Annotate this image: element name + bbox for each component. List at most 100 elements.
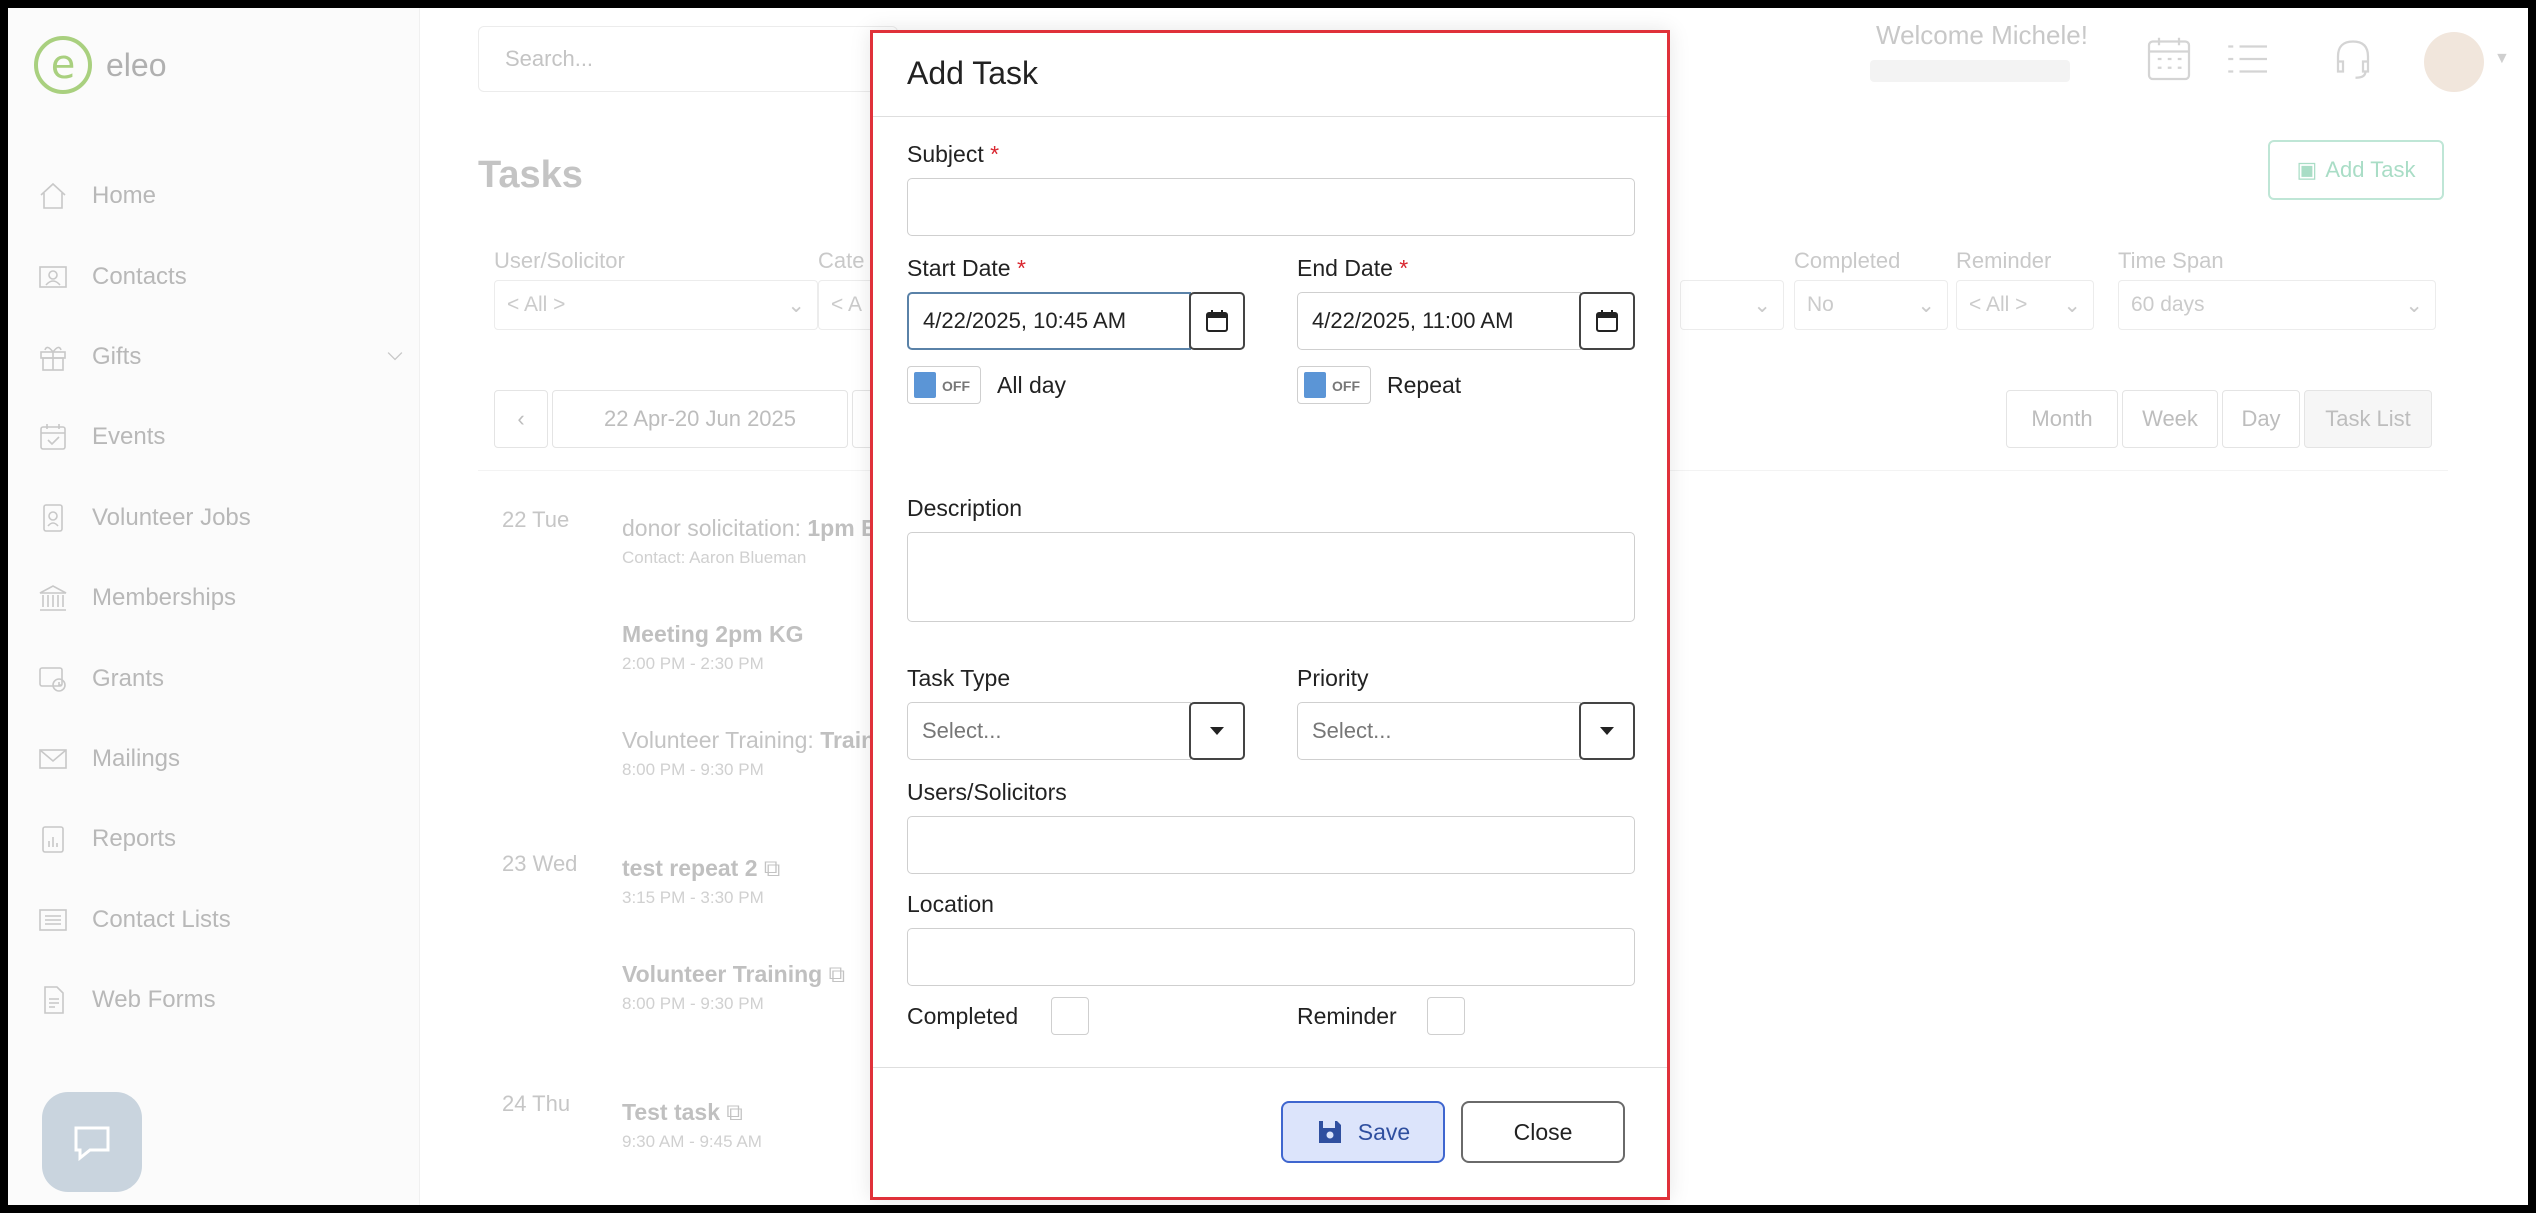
logo-icon: e <box>34 36 92 94</box>
completed-checkbox[interactable] <box>1051 997 1089 1035</box>
caret-down-icon <box>1210 727 1224 735</box>
modal-footer-divider <box>873 1067 1667 1068</box>
sidebar-item-label: Grants <box>92 664 165 692</box>
calendar-icon <box>36 420 70 454</box>
sidebar-item-memberships[interactable]: Memberships <box>36 558 406 638</box>
view-task-list-button[interactable]: Task List <box>2304 390 2432 448</box>
reminder-select[interactable]: < All > ⌄ <box>1956 280 2094 330</box>
prev-range-button[interactable]: ‹ <box>494 390 548 448</box>
location-input[interactable] <box>907 928 1635 986</box>
grant-icon <box>36 662 70 696</box>
users-solicitors-field: Users/Solicitors <box>907 779 1635 874</box>
filter-partial: ⌄ <box>1680 248 1784 330</box>
view-day-button[interactable]: Day <box>2222 390 2300 448</box>
headset-icon[interactable] <box>2328 34 2378 84</box>
repeat-toggle[interactable]: OFF <box>1297 366 1371 404</box>
calendar-grid-icon[interactable] <box>2144 34 2194 84</box>
subject-field: Subject * <box>907 141 1635 236</box>
time-span-select[interactable]: 60 days ⌄ <box>2118 280 2436 330</box>
sidebar-item-label: Memberships <box>92 584 237 612</box>
category-select[interactable]: < A <box>818 280 878 330</box>
start-date-input[interactable]: 4/22/2025, 10:45 AM <box>907 292 1191 350</box>
list-icon <box>36 903 70 937</box>
start-date-picker-button[interactable] <box>1189 292 1245 350</box>
task-item[interactable]: Meeting 2pm KG 2:00 PM - 2:30 PM <box>622 621 803 674</box>
task-item[interactable]: Volunteer Training ⧉ 8:00 PM - 9:30 PM <box>622 961 845 1014</box>
start-date-field: Start Date * 4/22/2025, 10:45 AM OFF All… <box>907 255 1245 404</box>
task-type-select[interactable]: Select... <box>907 702 1191 760</box>
page-title: Tasks <box>478 154 583 196</box>
calendar-plus-icon: ▣ <box>2296 157 2318 182</box>
task-type-dropdown-button[interactable] <box>1189 702 1245 760</box>
caret-down-icon[interactable]: ▼ <box>2494 50 2510 68</box>
sidebar-item-volunteer-jobs[interactable]: Volunteer Jobs <box>36 478 406 558</box>
chat-support-button[interactable] <box>42 1092 142 1192</box>
all-day-toggle[interactable]: OFF <box>907 366 981 404</box>
logo[interactable]: e eleo <box>34 36 167 94</box>
form-icon <box>36 983 70 1017</box>
user-solicitor-select[interactable]: < All > ⌄ <box>494 280 818 330</box>
add-task-modal: Add Task Subject * Start Date * 4/22/202… <box>870 30 1670 1200</box>
sidebar-item-events[interactable]: Events <box>36 397 406 477</box>
completed-field: Completed <box>907 997 1245 1035</box>
repeat-icon: ⧉ <box>726 1099 743 1125</box>
sidebar-item-label: Reports <box>92 825 177 853</box>
chevron-down-icon[interactable] <box>384 345 406 374</box>
description-field: Description <box>907 495 1635 622</box>
task-item[interactable]: Test task ⧉ 9:30 AM - 9:45 AM <box>622 1099 762 1152</box>
save-button[interactable]: Save <box>1281 1101 1445 1163</box>
sidebar-item-home[interactable]: Home <box>36 156 406 236</box>
save-icon <box>1318 1121 1341 1143</box>
location-field: Location <box>907 891 1635 986</box>
completed-filter: Completed No ⌄ <box>1794 248 1948 330</box>
date-range-button[interactable]: 22 Apr-20 Jun 2025 <box>552 390 848 448</box>
gift-icon <box>36 340 70 374</box>
end-date-picker-button[interactable] <box>1579 292 1635 350</box>
reminder-field: Reminder <box>1297 997 1635 1035</box>
task-item[interactable]: Volunteer Training: Traini 8:00 PM - 9:3… <box>622 727 882 780</box>
search-input[interactable]: Search... <box>478 26 898 92</box>
task-item[interactable]: donor solicitation: 1pm E Contact: Aaron… <box>622 515 876 568</box>
required-mark: * <box>1016 255 1026 281</box>
sidebar-item-label: Events <box>92 423 166 451</box>
add-task-button[interactable]: ▣ Add Task <box>2268 140 2444 200</box>
task-type-field: Task Type Select... <box>907 665 1245 760</box>
all-day-label: All day <box>997 371 1067 398</box>
sidebar-item-mailings[interactable]: Mailings <box>36 719 406 799</box>
sidebar-item-contact-lists[interactable]: Contact Lists <box>36 880 406 960</box>
priority-select[interactable]: Select... <box>1297 702 1581 760</box>
mail-icon <box>36 742 70 776</box>
calendar-icon <box>1206 310 1228 332</box>
avatar[interactable] <box>2424 32 2484 92</box>
end-date-input[interactable]: 4/22/2025, 11:00 AM <box>1297 292 1581 350</box>
priority-dropdown-button[interactable] <box>1579 702 1635 760</box>
report-icon <box>36 822 70 856</box>
view-switcher: Month Week Day Task List <box>2006 390 2436 448</box>
bank-icon <box>36 581 70 615</box>
day-label: 22 Tue <box>502 507 570 532</box>
completed-select[interactable]: No ⌄ <box>1794 280 1948 330</box>
users-solicitors-input[interactable] <box>907 816 1635 874</box>
sidebar-item-gifts[interactable]: Gifts <box>36 317 406 397</box>
chevron-down-icon: ⌄ <box>787 293 805 317</box>
badge-icon <box>36 501 70 535</box>
partial-select[interactable]: ⌄ <box>1680 280 1784 330</box>
sidebar-item-grants[interactable]: Grants <box>36 638 406 718</box>
sidebar-item-web-forms[interactable]: Web Forms <box>36 960 406 1040</box>
end-date-field: End Date * 4/22/2025, 11:00 AM OFF Repea… <box>1297 255 1635 404</box>
task-list-icon[interactable] <box>2222 34 2272 84</box>
required-mark: * <box>1399 255 1409 281</box>
reminder-checkbox[interactable] <box>1427 997 1465 1035</box>
user-solicitor-filter: User/Solicitor < All > ⌄ <box>494 248 818 330</box>
description-textarea[interactable] <box>907 532 1635 622</box>
view-month-button[interactable]: Month <box>2006 390 2118 448</box>
time-span-filter: Time Span 60 days ⌄ <box>2118 248 2436 330</box>
close-button[interactable]: Close <box>1461 1101 1625 1163</box>
subject-input[interactable] <box>907 178 1635 236</box>
sidebar-item-label: Contacts <box>92 262 187 290</box>
sidebar-item-contacts[interactable]: Contacts <box>36 236 406 316</box>
repeat-icon: ⧉ <box>763 855 781 881</box>
task-item[interactable]: test repeat 2 ⧉ 3:15 PM - 3:30 PM <box>622 855 780 908</box>
sidebar-item-reports[interactable]: Reports <box>36 799 406 879</box>
view-week-button[interactable]: Week <box>2122 390 2218 448</box>
